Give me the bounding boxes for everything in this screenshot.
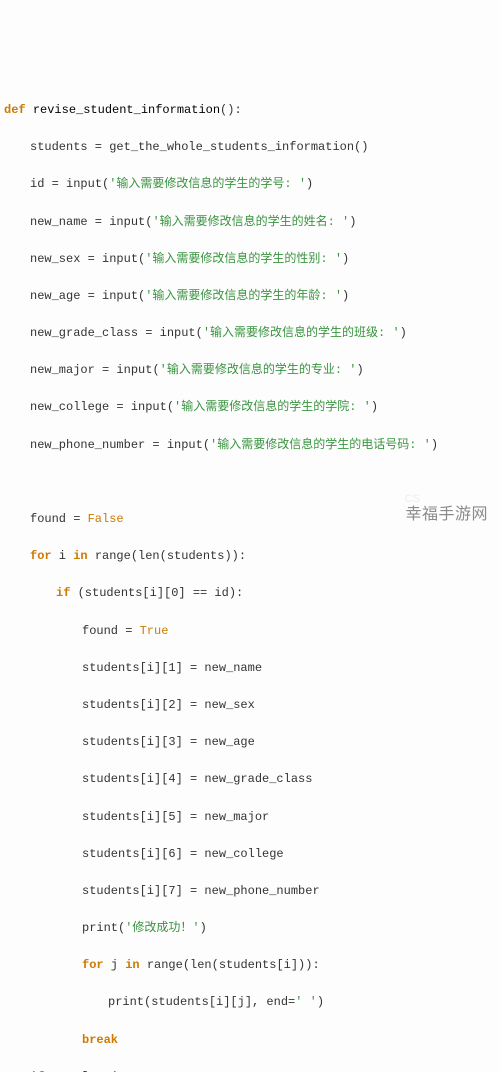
- assign-1: students[i][1] = new_name: [4, 659, 496, 678]
- kw-not: not: [52, 1070, 74, 1072]
- var-name: new_name =: [30, 215, 109, 229]
- kw-def: def: [4, 103, 26, 117]
- const-true: True: [140, 624, 169, 638]
- code-block: def revise_student_information(): studen…: [4, 82, 496, 1072]
- assign-2: students[i][2] = new_sex: [4, 696, 496, 715]
- call-input: input: [109, 215, 145, 229]
- range-j: range(len(students[i])):: [140, 958, 320, 972]
- print-inner: print(students[i][j], end=: [108, 995, 295, 1009]
- kw-if: if: [30, 1070, 44, 1072]
- var-found: found =: [30, 512, 88, 526]
- iter-j: j: [104, 958, 126, 972]
- assign-6: students[i][6] = new_college: [4, 845, 496, 864]
- call-input: input: [116, 363, 152, 377]
- print-call: print(: [82, 921, 125, 935]
- kw-in: in: [73, 549, 87, 563]
- str-age: '输入需要修改信息的学生的年龄: ': [145, 289, 342, 303]
- watermark-text: 幸福手游网: [405, 503, 488, 528]
- var-college: new_college =: [30, 400, 131, 414]
- str-college: '输入需要修改信息的学生的学院: ': [174, 400, 371, 414]
- call-input: input: [102, 289, 138, 303]
- var-major: new_major =: [30, 363, 116, 377]
- var-id: id =: [30, 177, 66, 191]
- str-phone: '输入需要修改信息的学生的电话号码: ': [210, 438, 431, 452]
- kw-for: for: [30, 549, 52, 563]
- var-grade: new_grade_class =: [30, 326, 160, 340]
- call-input: input: [66, 177, 102, 191]
- call-input: input: [131, 400, 167, 414]
- var-phone: new_phone_number =: [30, 438, 167, 452]
- kw-for: for: [82, 958, 104, 972]
- var-found-t: found =: [82, 624, 140, 638]
- const-false: False: [88, 512, 124, 526]
- func-name: revise_student_information: [33, 103, 220, 117]
- assign-5: students[i][5] = new_major: [4, 808, 496, 827]
- not-found: found:: [73, 1070, 123, 1072]
- paren-close: ): [317, 995, 324, 1009]
- str-grade: '输入需要修改信息的学生的班级: ': [203, 326, 400, 340]
- str-success: '修改成功！': [125, 921, 199, 935]
- str-sex: '输入需要修改信息的学生的性别: ': [145, 252, 342, 266]
- call-input: input: [102, 252, 138, 266]
- str-end: ' ': [295, 995, 317, 1009]
- iter-i: i: [52, 549, 74, 563]
- assign-7: students[i][7] = new_phone_number: [4, 882, 496, 901]
- paren-close: ): [200, 921, 207, 935]
- kw-in: in: [125, 958, 139, 972]
- var-sex: new_sex =: [30, 252, 102, 266]
- kw-break: break: [82, 1033, 118, 1047]
- kw-if: if: [56, 586, 70, 600]
- str-id: '输入需要修改信息的学生的学号: ': [109, 177, 306, 191]
- call-input: input: [167, 438, 203, 452]
- assign-4: students[i][4] = new_grade_class: [4, 770, 496, 789]
- var-age: new_age =: [30, 289, 102, 303]
- call-input: input: [160, 326, 196, 340]
- range-call: range(len(students)):: [88, 549, 246, 563]
- str-name: '输入需要修改信息的学生的姓名: ': [152, 215, 349, 229]
- str-major: '输入需要修改信息的学生的专业: ': [160, 363, 357, 377]
- if-cond: (students[i][0] == id):: [70, 586, 243, 600]
- assign-3: students[i][3] = new_age: [4, 733, 496, 752]
- line-students: students = get_the_whole_students_inform…: [4, 138, 496, 157]
